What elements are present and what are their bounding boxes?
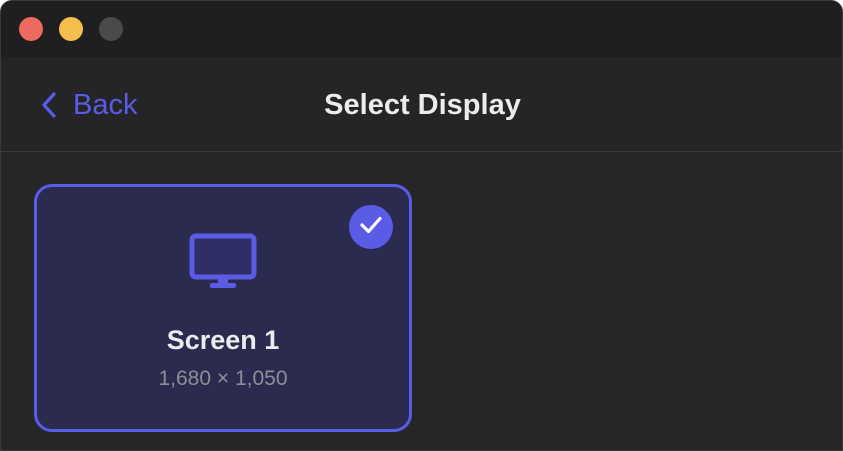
page-title: Select Display: [324, 89, 521, 121]
checkmark-icon: [359, 215, 383, 240]
navigation-bar: Back Select Display: [1, 57, 842, 152]
selected-badge: [349, 205, 393, 249]
minimize-window-button[interactable]: [59, 17, 83, 41]
display-card-screen-1[interactable]: Screen 1 1,680 × 1,050: [34, 184, 412, 432]
title-bar: [1, 1, 842, 57]
maximize-window-button[interactable]: [99, 17, 123, 41]
app-window: Back Select Display Screen 1 1,680 × 1,0…: [0, 0, 843, 451]
display-list: Screen 1 1,680 × 1,050: [1, 152, 842, 450]
display-name: Screen 1: [166, 325, 280, 355]
monitor-icon: [189, 233, 257, 296]
display-resolution: 1,680 × 1,050: [158, 367, 288, 390]
close-window-button[interactable]: [19, 17, 43, 41]
